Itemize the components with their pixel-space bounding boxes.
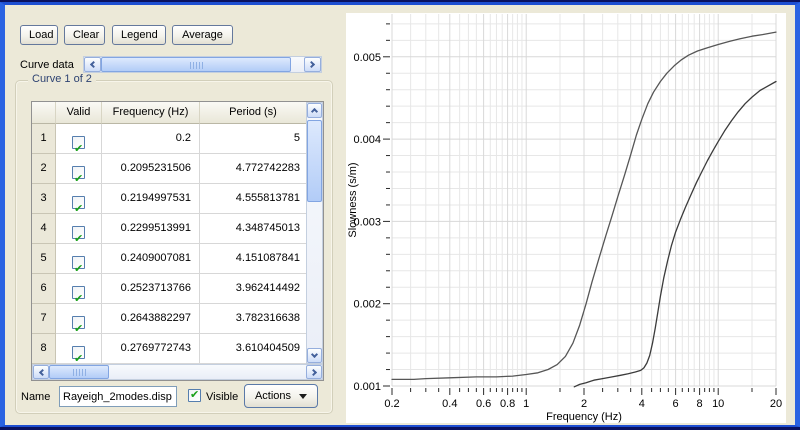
clear-button[interactable]: Clear xyxy=(64,25,105,45)
frequency-cell[interactable]: 0.2095231506 xyxy=(102,154,200,184)
x-tick-label: 0.2 xyxy=(384,398,399,410)
x-tick-label: 8 xyxy=(697,398,703,410)
x-axis-title: Frequency (Hz) xyxy=(546,411,622,423)
name-label: Name xyxy=(21,391,50,403)
visible-checkbox[interactable] xyxy=(188,389,201,402)
frequency-cell[interactable]: 0.2409007081 xyxy=(102,244,200,274)
curve-data-scrollbar-thumb[interactable] xyxy=(101,57,291,72)
thumb-grip-icon xyxy=(190,62,203,69)
load-button[interactable]: Load xyxy=(20,25,58,45)
row-number: 2 xyxy=(32,154,56,184)
y-tick-label: 0.002 xyxy=(353,299,381,311)
average-button[interactable]: Average xyxy=(172,25,233,45)
plot-widget[interactable]: 0.20.40.60.81246810200.0010.0020.0030.00… xyxy=(346,13,786,423)
table-vscrollbar-thumb[interactable] xyxy=(307,120,322,202)
row-number: 8 xyxy=(32,334,56,364)
valid-checkbox[interactable] xyxy=(72,166,85,179)
x-tick-label: 4 xyxy=(639,398,645,410)
row-number: 6 xyxy=(32,274,56,304)
scroll-left-button[interactable] xyxy=(84,57,101,72)
header-frequency[interactable]: Frequency (Hz) xyxy=(102,102,200,124)
period-cell[interactable]: 3.782316638 xyxy=(200,304,307,334)
x-tick-label: 1 xyxy=(523,398,529,410)
visible-label: Visible xyxy=(206,391,238,403)
table-body: 10.2520.20952315064.77274228330.21949975… xyxy=(32,124,323,364)
chevron-right-icon xyxy=(308,61,315,68)
frequency-cell[interactable]: 0.2299513991 xyxy=(102,214,200,244)
chevron-right-icon xyxy=(309,368,316,375)
valid-cell xyxy=(56,124,102,154)
period-cell[interactable]: 4.555813781 xyxy=(200,184,307,214)
x-tick-label: 0.4 xyxy=(442,398,457,410)
table-vscrollbar[interactable] xyxy=(306,102,323,364)
frequency-cell[interactable]: 0.2643882297 xyxy=(102,304,200,334)
dropdown-caret-icon xyxy=(299,394,307,399)
name-input[interactable] xyxy=(59,386,177,407)
valid-checkbox[interactable] xyxy=(72,256,85,269)
x-tick-label: 20 xyxy=(770,398,782,410)
scroll-down-button[interactable] xyxy=(307,348,322,363)
curve-groupbox: Curve 1 of 2 Valid Frequency (Hz) Period… xyxy=(15,80,333,414)
row-number: 1 xyxy=(32,124,56,154)
chevron-left-icon xyxy=(38,368,45,375)
valid-checkbox[interactable] xyxy=(72,196,85,209)
row-number: 3 xyxy=(32,184,56,214)
frequency-cell[interactable]: 0.2769772743 xyxy=(102,334,200,364)
actions-button-label: Actions xyxy=(255,388,291,405)
x-tick-label: 0.6 xyxy=(476,398,491,410)
scroll-up-button[interactable] xyxy=(307,103,322,118)
thumb-grip-icon xyxy=(73,369,86,376)
valid-checkbox[interactable] xyxy=(72,316,85,329)
period-cell[interactable]: 4.151087841 xyxy=(200,244,307,274)
frequency-cell[interactable]: 0.2194997531 xyxy=(102,184,200,214)
frequency-cell[interactable]: 0.2523713766 xyxy=(102,274,200,304)
row-number: 5 xyxy=(32,244,56,274)
groupbox-title: Curve 1 of 2 xyxy=(28,73,96,85)
x-tick-label: 2 xyxy=(581,398,587,410)
row-number: 4 xyxy=(32,214,56,244)
table-hscrollbar-thumb[interactable] xyxy=(49,365,109,379)
scroll-right-button[interactable] xyxy=(304,57,321,72)
period-cell[interactable]: 4.772742283 xyxy=(200,154,307,184)
period-cell[interactable]: 5 xyxy=(200,124,307,154)
gridlines xyxy=(392,14,776,386)
header-period[interactable]: Period (s) xyxy=(200,102,307,124)
y-tick-label: 0.001 xyxy=(353,381,381,393)
table-header: Valid Frequency (Hz) Period (s) xyxy=(32,102,323,124)
chevron-down-icon xyxy=(311,350,318,357)
x-tick-label: 6 xyxy=(673,398,679,410)
legend-button[interactable]: Legend xyxy=(112,25,166,45)
header-row-number xyxy=(32,102,56,124)
actions-button[interactable]: Actions xyxy=(244,384,318,408)
x-tick-label: 10 xyxy=(712,398,724,410)
plot-background xyxy=(346,13,786,423)
valid-checkbox[interactable] xyxy=(72,226,85,239)
scroll-left-button[interactable] xyxy=(33,365,49,379)
period-cell[interactable]: 3.962414492 xyxy=(200,274,307,304)
name-row: Name Visible Actions xyxy=(16,386,332,412)
period-cell[interactable]: 4.348745013 xyxy=(200,214,307,244)
curve-data-scrollbar[interactable] xyxy=(83,56,322,73)
table-hscrollbar[interactable] xyxy=(32,364,323,380)
period-cell[interactable]: 3.610404509 xyxy=(200,334,307,364)
x-tick-label: 0.8 xyxy=(500,398,515,410)
valid-checkbox[interactable] xyxy=(72,136,85,149)
valid-checkbox[interactable] xyxy=(72,286,85,299)
chevron-up-icon xyxy=(311,108,318,115)
chevron-left-icon xyxy=(90,61,97,68)
y-tick-label: 0.005 xyxy=(353,52,381,64)
frequency-cell[interactable]: 0.2 xyxy=(102,124,200,154)
valid-checkbox[interactable] xyxy=(72,346,85,359)
y-tick-label: 0.004 xyxy=(353,134,381,146)
curve-data-label: Curve data xyxy=(20,59,74,71)
row-number: 7 xyxy=(32,304,56,334)
table-row[interactable]: 10.25 xyxy=(32,124,323,154)
header-valid[interactable]: Valid xyxy=(56,102,102,124)
app-window: Load Clear Legend Average Curve data Cur… xyxy=(0,2,800,427)
y-axis-title: Slowness (s/m) xyxy=(347,162,359,237)
dispersion-plot[interactable]: 0.20.40.60.81246810200.0010.0020.0030.00… xyxy=(346,13,786,423)
scroll-right-button[interactable] xyxy=(306,365,322,379)
curve-table: Valid Frequency (Hz) Period (s) 10.2520.… xyxy=(31,101,324,381)
